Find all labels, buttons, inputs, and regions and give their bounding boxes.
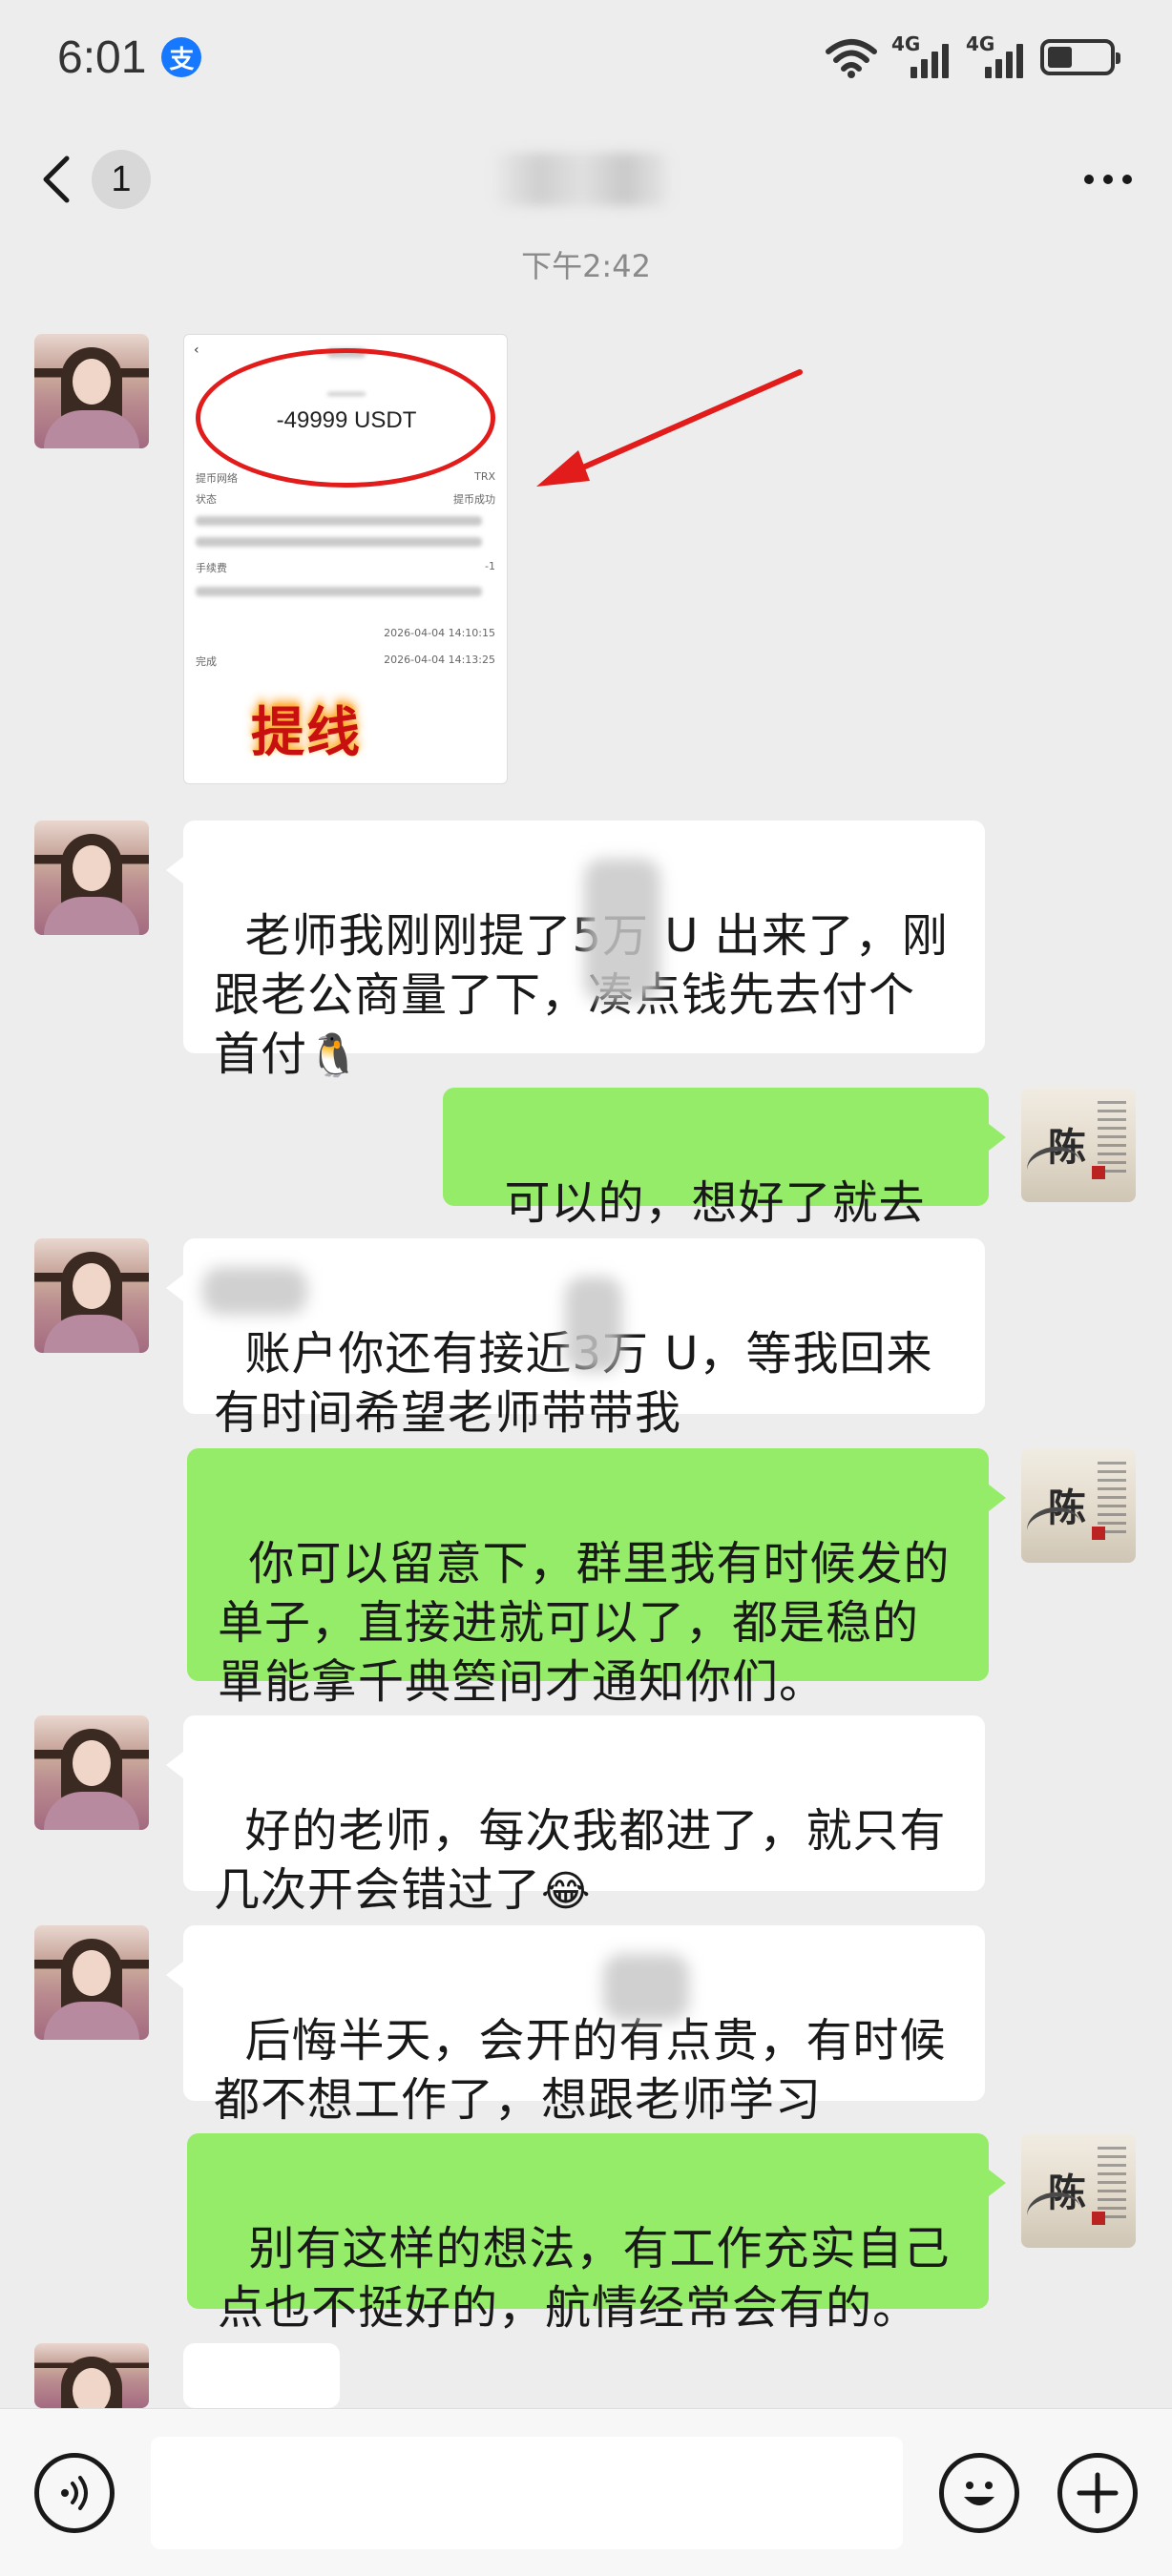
- alipay-notification-icon: 支: [161, 37, 202, 77]
- more-functions-button[interactable]: [1057, 2452, 1138, 2533]
- contact-avatar[interactable]: [34, 1238, 149, 1353]
- more-options-button[interactable]: [1084, 175, 1138, 184]
- contact-avatar[interactable]: [34, 1925, 149, 2040]
- contact-avatar[interactable]: [34, 2343, 149, 2408]
- wifi-icon: [826, 39, 877, 78]
- my-avatar[interactable]: 陈: [1021, 2133, 1136, 2248]
- chat-title-obscured: [496, 153, 668, 206]
- voice-input-button[interactable]: [34, 2452, 115, 2533]
- withdraw-sticker-text: 提线: [251, 701, 362, 764]
- tears-of-joy-emoji: 😂: [541, 1867, 592, 1916]
- signal-icon-2: 4G: [966, 32, 1027, 78]
- message-input[interactable]: [151, 2436, 903, 2549]
- voice-icon: [61, 2475, 88, 2510]
- battery-icon: [1040, 39, 1120, 75]
- message-text: 后悔半天，会开的有点贵，有时候 都不想工作了，想跟老师学习: [214, 2014, 947, 2127]
- message-bubble-received[interactable]: 后悔半天，会开的有点贵，有时候 都不想工作了，想跟老师学习: [166, 1925, 985, 2127]
- status-time: 6:01: [57, 31, 147, 83]
- message-timestamp: 下午2:42: [521, 248, 651, 284]
- message-bubble-received[interactable]: 账户你还有接近3万 U，等我回来 有时间希望老师带带我: [166, 1238, 985, 1440]
- smiley-icon: [964, 2481, 994, 2505]
- message-bubble-received[interactable]: 好的老师，每次我都进了，就只有 几次开会错过了😂: [166, 1715, 985, 1917]
- status-indicators: 4G 4G: [825, 32, 1120, 78]
- message-bubble-received[interactable]: 老师我刚刚提了5万 U 出来了，刚 跟老公商量了下，凑点钱先去付个 首付🐧: [166, 821, 985, 1081]
- status-bar: 6:01 支 4G 4G: [0, 0, 1172, 114]
- back-button[interactable]: [34, 151, 78, 208]
- my-avatar[interactable]: 陈: [1021, 1448, 1136, 1563]
- unread-count-badge[interactable]: 1: [92, 150, 151, 209]
- penguin-emoji: 🐧: [307, 1031, 361, 1080]
- contact-avatar[interactable]: [34, 334, 149, 448]
- signal-icon: 4G: [891, 32, 952, 78]
- red-circle-annotation: [196, 348, 495, 488]
- message-bubble-sent[interactable]: 可以的，想好了就去买: [443, 1088, 1006, 1289]
- chat-header: 1: [0, 114, 1172, 244]
- contact-avatar[interactable]: [34, 1715, 149, 1830]
- message-bubble-received[interactable]: 嗯嗯: [183, 2343, 340, 2408]
- message-bubble-sent[interactable]: 你可以留意下，群里我有时候发的 单子，直接进就可以了，都是稳的 單能拿千典箜间才…: [187, 1448, 1006, 1709]
- chat-input-bar: [0, 2408, 1172, 2576]
- my-avatar[interactable]: 陈: [1021, 1088, 1136, 1202]
- plus-icon: [1077, 2472, 1119, 2513]
- emoji-button[interactable]: [939, 2452, 1019, 2533]
- contact-avatar[interactable]: [34, 821, 149, 935]
- message-text: 别有这样的想法，有工作充实自己 点也不挺好的，航情经常会有的。: [218, 2222, 951, 2335]
- message-bubble-sent[interactable]: 别有这样的想法，有工作充实自己 点也不挺好的，航情经常会有的。: [187, 2133, 1006, 2335]
- image-message[interactable]: ‹ -49999 USDT 提币网络 TRX 状态 提币成功 手续费 -1 2026-…: [183, 334, 508, 784]
- chevron-left-icon: [43, 156, 70, 203]
- message-text: 你可以留意下，群里我有时候发的 单子，直接进就可以了，都是稳的 單能拿千典箜间才…: [218, 1537, 951, 1709]
- red-arrow-annotation: [536, 369, 803, 487]
